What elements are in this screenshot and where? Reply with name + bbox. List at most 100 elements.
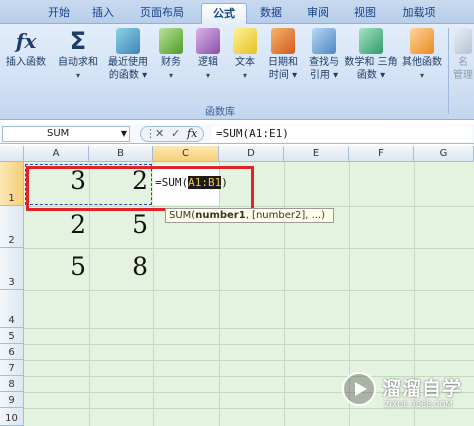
button-label-2: 引用 ▾ xyxy=(309,70,339,81)
tab-page-layout[interactable]: 页面布局 xyxy=(130,3,194,24)
row-header-1[interactable]: 1 xyxy=(0,162,24,206)
name-manager-button[interactable]: 名 管理 xyxy=(452,28,474,82)
row-number: 7 xyxy=(8,363,15,374)
row-header-3[interactable]: 3 xyxy=(0,248,24,290)
button-label: 其他函数 xyxy=(402,57,442,68)
recent-functions-button[interactable]: 最近使用 的函数 ▾ xyxy=(104,28,152,82)
row-header-2[interactable]: 2 xyxy=(0,206,24,248)
button-label: 名 xyxy=(458,57,468,68)
button-label: 插入函数 xyxy=(6,57,46,68)
cell-a2[interactable]: 2 xyxy=(40,210,86,239)
function-library-group-label: 函数库 xyxy=(205,107,235,118)
row-number: 6 xyxy=(8,347,15,358)
math-trig-button[interactable]: 数学和 三角函数 ▾ xyxy=(344,28,398,82)
financial-button[interactable]: 财务 ▾ xyxy=(156,28,186,82)
column-header-e[interactable]: E xyxy=(284,146,349,162)
row-header-9[interactable]: 9 xyxy=(0,392,24,408)
row-number: 4 xyxy=(8,315,15,326)
lookup-book-icon xyxy=(312,28,336,54)
lookup-reference-button[interactable]: 查找与 引用 ▾ xyxy=(304,28,344,82)
button-label: 数学和 xyxy=(344,57,375,68)
grid-line xyxy=(24,328,474,329)
button-label: 财务 xyxy=(161,57,181,68)
recent-book-icon xyxy=(116,28,140,54)
formula-bar: SUM ▼ ⋮ ✕ ✓ fx =SUM(A1:E1) xyxy=(0,124,474,144)
cancel-icon[interactable]: ✕ xyxy=(155,127,164,141)
watermark-url: ZIXUE.3066.COM xyxy=(384,400,453,409)
select-all-corner[interactable] xyxy=(0,146,24,162)
button-label-2: 管理 xyxy=(453,70,473,81)
logic-book-icon xyxy=(196,28,220,54)
watermark-name: 溜溜自学 xyxy=(382,378,463,400)
insert-function-button[interactable]: fx 插入函数 xyxy=(2,28,50,69)
cell-b3[interactable]: 8 xyxy=(100,252,148,281)
play-logo-icon xyxy=(342,372,376,406)
row-header-7[interactable]: 7 xyxy=(0,360,24,376)
row-number: 1 xyxy=(8,193,15,204)
tooltip-rest: , [number2], ...) xyxy=(245,210,326,221)
row-header-8[interactable]: 8 xyxy=(0,376,24,392)
tab-insert[interactable]: 插入 xyxy=(84,3,122,24)
fx-icon: fx xyxy=(15,29,37,53)
chevron-down-icon: ▾ xyxy=(419,71,424,80)
column-header-g[interactable]: G xyxy=(414,146,474,162)
insert-function-icon[interactable]: fx xyxy=(187,127,197,141)
tab-addins[interactable]: 加载项 xyxy=(393,3,445,24)
grid-line xyxy=(24,344,474,345)
finance-book-icon xyxy=(159,28,183,54)
row-header-6[interactable]: 6 xyxy=(0,344,24,360)
formula-input[interactable]: =SUM(A1:E1) xyxy=(212,126,472,142)
column-header-a[interactable]: A xyxy=(24,146,89,162)
more-book-icon xyxy=(410,28,434,54)
tab-formulas[interactable]: 公式 xyxy=(201,3,247,24)
name-box[interactable]: SUM ▼ xyxy=(2,126,130,142)
enter-icon[interactable]: ✓ xyxy=(171,127,180,141)
chevron-down-icon[interactable]: ▼ xyxy=(121,127,127,141)
button-label: 日期和 xyxy=(268,57,298,68)
chevron-down-icon: ▾ xyxy=(75,71,80,80)
grid-line xyxy=(24,248,474,249)
tab-view[interactable]: 视图 xyxy=(346,3,384,24)
column-header-d[interactable]: D xyxy=(219,146,284,162)
autosum-button[interactable]: Σ 自动求和 ▾ xyxy=(54,28,102,82)
math-book-icon xyxy=(359,28,383,54)
button-label-2: 的函数 ▾ xyxy=(108,70,148,81)
cell-a3[interactable]: 5 xyxy=(40,252,86,281)
date-book-icon xyxy=(271,28,295,54)
row-number: 5 xyxy=(8,331,15,342)
text-button[interactable]: 文本 ▾ xyxy=(230,28,260,82)
sigma-icon: Σ xyxy=(69,27,87,55)
row-number: 2 xyxy=(8,235,15,246)
column-header-b[interactable]: B xyxy=(89,146,153,162)
group-separator xyxy=(448,28,449,114)
row-number: 9 xyxy=(8,395,15,406)
tab-review[interactable]: 审阅 xyxy=(299,3,337,24)
function-argument-tooltip: SUM(number1, [number2], ...) xyxy=(165,208,334,223)
logical-button[interactable]: 逻辑 ▾ xyxy=(193,28,223,82)
tooltip-function: SUM( xyxy=(169,210,196,221)
button-label-2: 时间 ▾ xyxy=(268,70,298,81)
name-box-value: SUM xyxy=(47,128,70,139)
ribbon-tab-bar: 开始 插入 页面布局 公式 数据 审阅 视图 加载项 xyxy=(0,0,474,24)
tab-data[interactable]: 数据 xyxy=(252,3,290,24)
button-label: 逻辑 xyxy=(198,57,218,68)
name-manager-icon xyxy=(454,28,472,54)
grid-line xyxy=(284,162,285,426)
column-header-f[interactable]: F xyxy=(349,146,414,162)
tooltip-current-arg: number1 xyxy=(195,210,246,221)
cell-b2[interactable]: 5 xyxy=(100,210,148,239)
row-header-4[interactable]: 4 xyxy=(0,290,24,328)
row-number: 10 xyxy=(5,413,18,424)
annotation-red-box xyxy=(26,166,254,211)
button-label: 最近使用 xyxy=(108,57,148,68)
text-book-icon xyxy=(233,28,257,54)
column-header-c[interactable]: C xyxy=(153,146,219,162)
tab-home[interactable]: 开始 xyxy=(40,3,78,24)
row-header-10[interactable]: 10 xyxy=(0,408,24,426)
more-functions-button[interactable]: 其他函数 ▾ xyxy=(398,28,446,82)
button-label: 文本 xyxy=(235,57,255,68)
row-number: 3 xyxy=(8,277,15,288)
row-header-5[interactable]: 5 xyxy=(0,328,24,344)
date-time-button[interactable]: 日期和 时间 ▾ xyxy=(264,28,302,82)
ribbon-formulas: fx 插入函数 Σ 自动求和 ▾ 最近使用 的函数 ▾ 财务 ▾ 逻辑 ▾ 文本… xyxy=(0,24,474,120)
